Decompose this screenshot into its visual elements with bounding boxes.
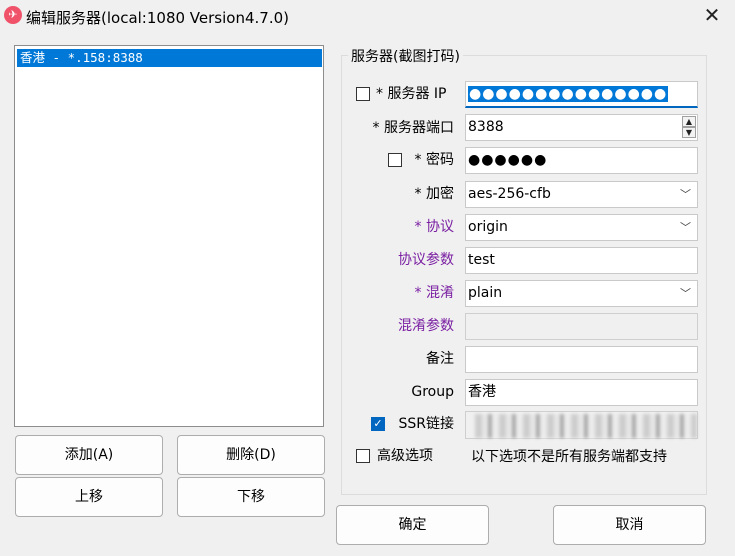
- remarks-input[interactable]: [465, 346, 698, 373]
- port-up-arrow-icon[interactable]: ▲: [682, 116, 696, 127]
- protocol-param-input[interactable]: test: [465, 247, 698, 274]
- encryption-value: aes-256-cfb: [468, 186, 551, 202]
- protocol-label: * 协议: [414, 219, 454, 235]
- show-ip-checkbox[interactable]: [356, 87, 370, 101]
- ok-button[interactable]: 确定: [336, 505, 489, 545]
- remarks-label: 备注: [426, 351, 454, 367]
- server-ip-value: ●●●●●●●●●●●●●●●: [468, 86, 669, 102]
- close-button[interactable]: ✕: [689, 0, 735, 32]
- obfs-value: plain: [468, 285, 503, 301]
- chevron-down-icon: ﹀: [680, 188, 691, 201]
- protocol-param-label: 协议参数: [398, 252, 454, 268]
- group-value: 香港: [468, 384, 496, 400]
- chevron-down-icon: ﹀: [680, 287, 691, 300]
- window-title: 编辑服务器(local:1080 Version4.7.0): [26, 9, 289, 27]
- server-port-label: * 服务器端口: [372, 120, 454, 136]
- advanced-options-note: 以下选项不是所有服务端都支持: [471, 449, 667, 465]
- server-port-input[interactable]: 8388 ▲ ▼: [465, 114, 698, 141]
- server-ip-input[interactable]: ●●●●●●●●●●●●●●●: [465, 81, 698, 108]
- cancel-button[interactable]: 取消: [553, 505, 706, 545]
- move-down-button[interactable]: 下移: [177, 477, 325, 517]
- encryption-label: * 加密: [414, 186, 454, 202]
- password-label: * 密码: [414, 152, 454, 168]
- show-password-checkbox[interactable]: [388, 153, 402, 167]
- delete-button[interactable]: 删除(D): [177, 435, 325, 475]
- ssr-link-checkbox[interactable]: ✓: [371, 417, 385, 431]
- group-input[interactable]: 香港: [465, 379, 698, 406]
- obfs-select[interactable]: plain ﹀: [465, 280, 698, 307]
- move-up-button[interactable]: 上移: [15, 477, 163, 517]
- add-button[interactable]: 添加(A): [15, 435, 163, 475]
- server-port-value: 8388: [468, 119, 504, 135]
- obfs-label: * 混淆: [414, 285, 454, 301]
- app-icon: ✈: [4, 6, 22, 24]
- ssr-link-label: SSR链接: [398, 416, 454, 432]
- port-down-arrow-icon[interactable]: ▼: [682, 127, 696, 138]
- encryption-select[interactable]: aes-256-cfb ﹀: [465, 181, 698, 208]
- protocol-value: origin: [468, 219, 508, 235]
- chevron-down-icon: ﹀: [680, 221, 691, 234]
- server-group-title: 服务器(截图打码): [348, 46, 463, 66]
- password-input[interactable]: ●●●●●●: [465, 147, 698, 174]
- obfs-param-input[interactable]: [465, 313, 698, 340]
- title-bar: ✈ 编辑服务器(local:1080 Version4.7.0) ✕: [0, 0, 735, 32]
- server-list-item[interactable]: 香港 - *.158:8388: [17, 49, 322, 67]
- server-ip-label: * 服务器 IP: [376, 86, 447, 102]
- ssr-link-redacted-value: [475, 414, 697, 438]
- group-label: Group: [411, 384, 454, 400]
- obfs-param-label: 混淆参数: [398, 318, 454, 334]
- protocol-param-value: test: [468, 252, 495, 268]
- advanced-options-checkbox[interactable]: [356, 449, 370, 463]
- close-icon: ✕: [703, 3, 721, 27]
- server-list[interactable]: 香港 - *.158:8388: [14, 45, 324, 427]
- password-value: ●●●●●●: [468, 152, 548, 168]
- advanced-options-label: 高级选项: [377, 448, 433, 464]
- protocol-select[interactable]: origin ﹀: [465, 214, 698, 241]
